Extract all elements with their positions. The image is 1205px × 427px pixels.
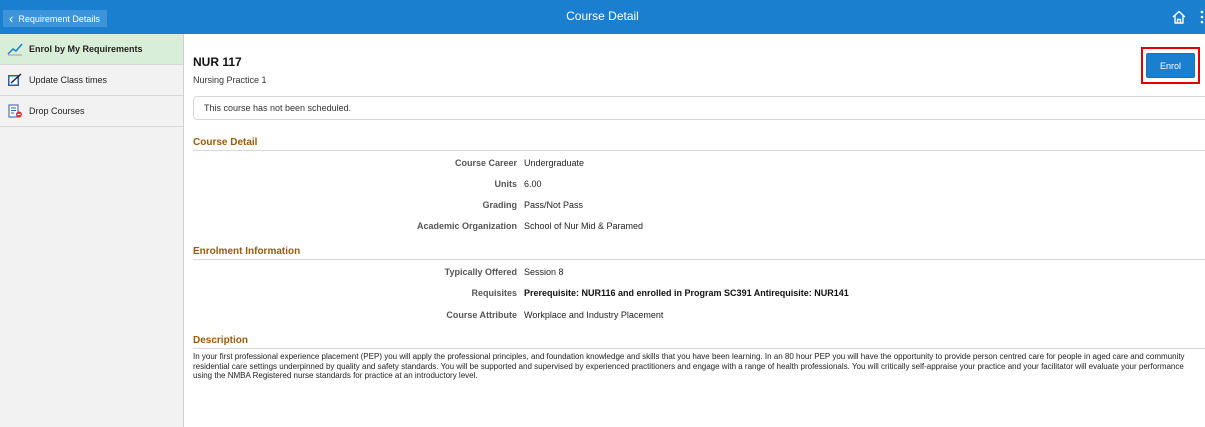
header-bar: ‹ Requirement Details Course Detail xyxy=(0,0,1205,34)
field-label: Course Attribute xyxy=(446,310,517,320)
main-content: NUR 117 Nursing Practice 1 Enrol This co… xyxy=(184,34,1205,427)
field-label: Units xyxy=(494,179,518,189)
sidebar-item-enrol-by-requirements[interactable]: Enrol by My Requirements xyxy=(0,34,183,65)
detail-row-requisites: Requisites Prerequisite: NUR116 and enro… xyxy=(184,288,1205,302)
sidebar-item-update-class-times[interactable]: Update Class times xyxy=(0,65,183,96)
schedule-notice: This course has not been scheduled. xyxy=(193,96,1205,120)
sidebar: Enrol by My Requirements Update Class ti… xyxy=(0,34,184,427)
field-value: School of Nur Mid & Paramed xyxy=(524,221,644,231)
field-label: Grading xyxy=(482,200,517,210)
description-heading: Description xyxy=(193,335,1205,349)
enrol-button[interactable]: Enrol xyxy=(1146,53,1195,78)
course-detail-heading: Course Detail xyxy=(193,137,1205,151)
drop-list-icon xyxy=(8,104,22,118)
detail-row-course-career: Course Career Undergraduate xyxy=(184,158,1205,172)
detail-row-course-attribute: Course Attribute Workplace and Industry … xyxy=(184,310,1205,324)
detail-row-academic-organization: Academic Organization School of Nur Mid … xyxy=(184,221,1205,235)
course-code: NUR 117 xyxy=(193,55,242,69)
detail-row-typically-offered: Typically Offered Session 8 xyxy=(184,267,1205,281)
field-value: 6.00 xyxy=(524,179,542,189)
field-label: Requisites xyxy=(471,288,517,298)
detail-row-grading: Grading Pass/Not Pass xyxy=(184,200,1205,214)
field-value: Workplace and Industry Placement xyxy=(524,310,664,320)
field-value: Pass/Not Pass xyxy=(524,200,584,210)
page-title: Course Detail xyxy=(566,9,639,23)
sidebar-item-drop-courses[interactable]: Drop Courses xyxy=(0,96,183,127)
enrolment-info-heading: Enrolment Information xyxy=(193,246,1205,260)
enrol-highlight-box: Enrol xyxy=(1141,47,1200,84)
home-icon[interactable] xyxy=(1171,9,1187,25)
sidebar-item-label: Update Class times xyxy=(29,75,108,85)
description-text: In your first professional experience pl… xyxy=(193,352,1185,380)
field-value: Undergraduate xyxy=(524,158,585,168)
field-label: Course Career xyxy=(454,158,517,168)
edit-icon xyxy=(8,73,22,86)
course-name: Nursing Practice 1 xyxy=(193,75,267,85)
field-value: Prerequisite: NUR116 and enrolled in Pro… xyxy=(524,288,849,298)
sidebar-item-label: Enrol by My Requirements xyxy=(29,44,143,54)
more-vertical-icon[interactable] xyxy=(1199,10,1205,24)
field-value: Session 8 xyxy=(524,267,564,277)
field-label: Typically Offered xyxy=(444,267,517,277)
detail-row-units: Units 6.00 xyxy=(184,179,1205,193)
chart-line-icon xyxy=(7,43,23,56)
sidebar-item-label: Drop Courses xyxy=(29,106,85,116)
field-label: Academic Organization xyxy=(416,221,517,231)
